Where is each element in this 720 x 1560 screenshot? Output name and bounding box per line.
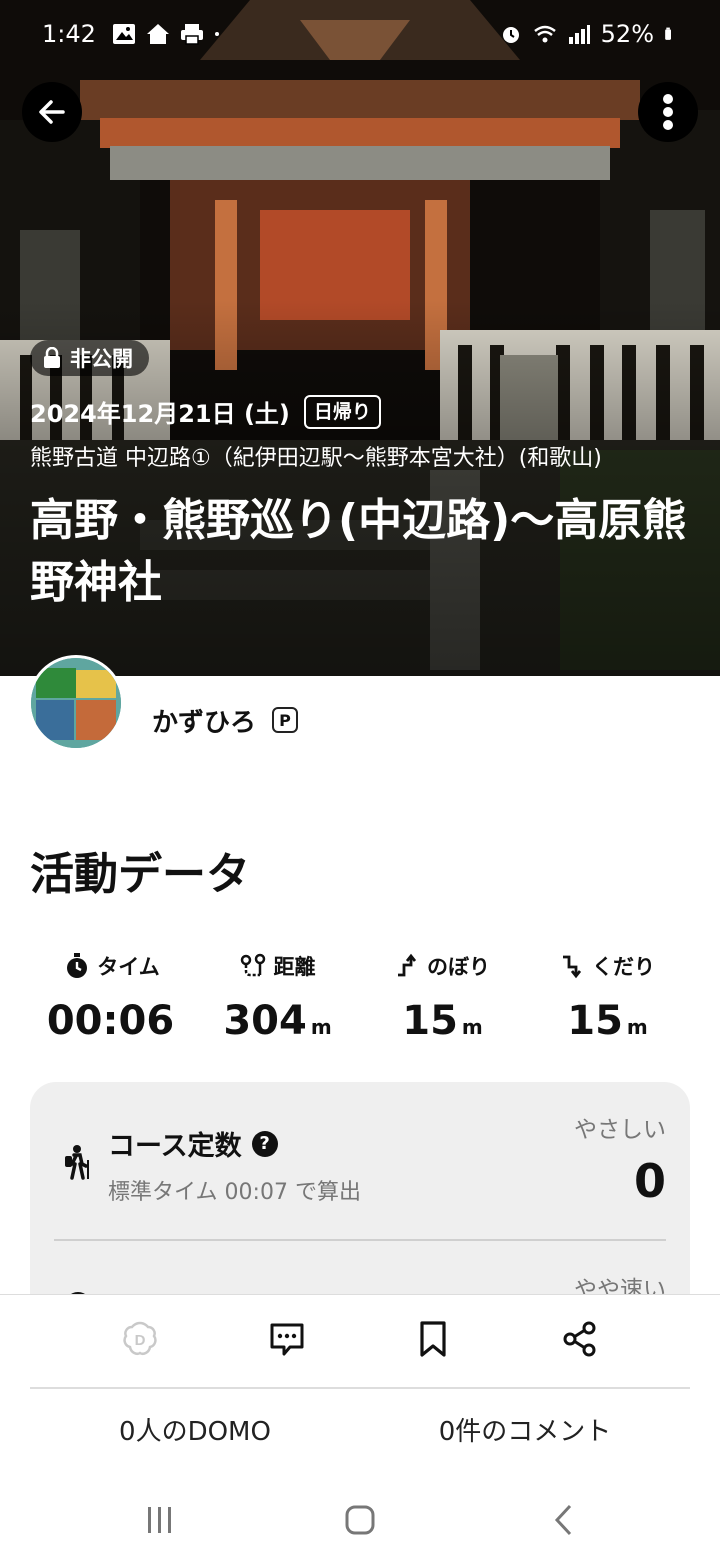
share-icon xyxy=(563,1321,596,1357)
activity-stats: タイム 00:06 距離 304 m のぼり 15 m くだり 15 m xyxy=(30,948,690,1044)
more-options-button[interactable] xyxy=(638,82,698,142)
notification-dot-icon xyxy=(214,32,219,36)
home-icon xyxy=(345,1505,375,1535)
divider xyxy=(54,1239,666,1241)
hiker-icon xyxy=(65,1145,89,1180)
section-title: 活動データ xyxy=(30,849,250,900)
stat-unit: m xyxy=(310,1015,332,1039)
course-subtitle: 標準タイム 00:07 で算出 xyxy=(108,1180,361,1205)
stat-distance: 距離 304 m xyxy=(195,948,360,1044)
back-button[interactable] xyxy=(22,82,82,142)
stopwatch-icon xyxy=(67,953,88,978)
chevron-left-icon xyxy=(554,1504,572,1536)
wifi-icon xyxy=(533,25,556,43)
course-title: コース定数 xyxy=(108,1131,242,1162)
bookmark-icon xyxy=(420,1321,446,1357)
comment-icon xyxy=(270,1323,304,1356)
signal-icon xyxy=(568,25,590,44)
stat-value: 00:06 xyxy=(46,998,175,1044)
avatar[interactable] xyxy=(28,655,124,751)
avatar-image xyxy=(31,658,121,748)
stat-ascent: のぼり 15 m xyxy=(360,948,525,1044)
course-level: やさしい xyxy=(574,1117,666,1143)
stat-label: くだり xyxy=(592,955,655,979)
activity-date: 2024年12月21日 (土) xyxy=(30,400,290,428)
help-icon[interactable]: ? xyxy=(251,1130,278,1157)
battery-icon xyxy=(665,27,671,40)
lock-icon xyxy=(44,347,60,368)
visibility-badge: 非公開 xyxy=(30,340,149,376)
stat-label: のぼり xyxy=(427,955,490,979)
stat-value: 15 xyxy=(567,998,623,1044)
activity-date-row: 2024年12月21日 (土) 日帰り xyxy=(30,394,381,429)
share-button[interactable] xyxy=(558,1317,602,1361)
battery-percent: 52% xyxy=(600,20,654,48)
bottom-action-bar: D 0人のDOMO 0件のコメント xyxy=(0,1294,720,1480)
status-time: 1:42 xyxy=(42,20,96,48)
stat-unit: m xyxy=(461,1015,483,1039)
author-name[interactable]: かずひろ xyxy=(152,702,256,739)
route-distance-icon xyxy=(240,953,265,977)
route-name-link[interactable]: 熊野古道 中辺路①（紀伊田辺駅〜熊野本宮大社）(和歌山) xyxy=(30,440,700,472)
comment-count-link[interactable]: 0件のコメント xyxy=(330,1411,720,1448)
stat-time: タイム 00:06 xyxy=(30,948,195,1044)
svg-text:D: D xyxy=(135,1332,146,1349)
alarm-icon xyxy=(502,27,519,43)
home-button[interactable] xyxy=(336,1496,384,1544)
stat-label: 距離 xyxy=(273,955,316,979)
trip-type-badge: 日帰り xyxy=(303,394,381,429)
comment-button[interactable] xyxy=(265,1317,309,1361)
stat-unit: m xyxy=(626,1015,648,1039)
stat-value: 15 xyxy=(402,998,458,1044)
print-icon xyxy=(180,24,203,45)
activity-title: 高野・熊野巡り(中辺路)〜高原熊野神社 xyxy=(30,495,687,608)
home-app-icon xyxy=(146,24,169,44)
more-vertical-icon xyxy=(663,94,673,130)
recent-apps-button[interactable] xyxy=(136,1496,184,1544)
visibility-label: 非公開 xyxy=(70,347,133,371)
stat-label: タイム xyxy=(97,955,160,979)
premium-badge: P xyxy=(272,707,298,733)
bookmark-button[interactable] xyxy=(411,1317,455,1361)
system-nav-bar xyxy=(0,1480,720,1560)
status-bar: 1:42 52% xyxy=(0,0,720,68)
system-back-button[interactable] xyxy=(540,1496,588,1544)
recent-apps-icon xyxy=(148,1507,171,1533)
domo-button[interactable]: D xyxy=(118,1317,162,1361)
descent-icon xyxy=(563,955,582,979)
domo-icon: D xyxy=(123,1321,157,1355)
stat-value: 304 xyxy=(223,998,307,1044)
course-constant-value: 0 xyxy=(633,1154,666,1208)
arrow-left-icon xyxy=(39,100,65,124)
ascent-icon xyxy=(398,953,417,977)
gallery-icon xyxy=(112,24,135,44)
divider xyxy=(30,1387,690,1389)
stat-descent: くだり 15 m xyxy=(525,948,690,1044)
